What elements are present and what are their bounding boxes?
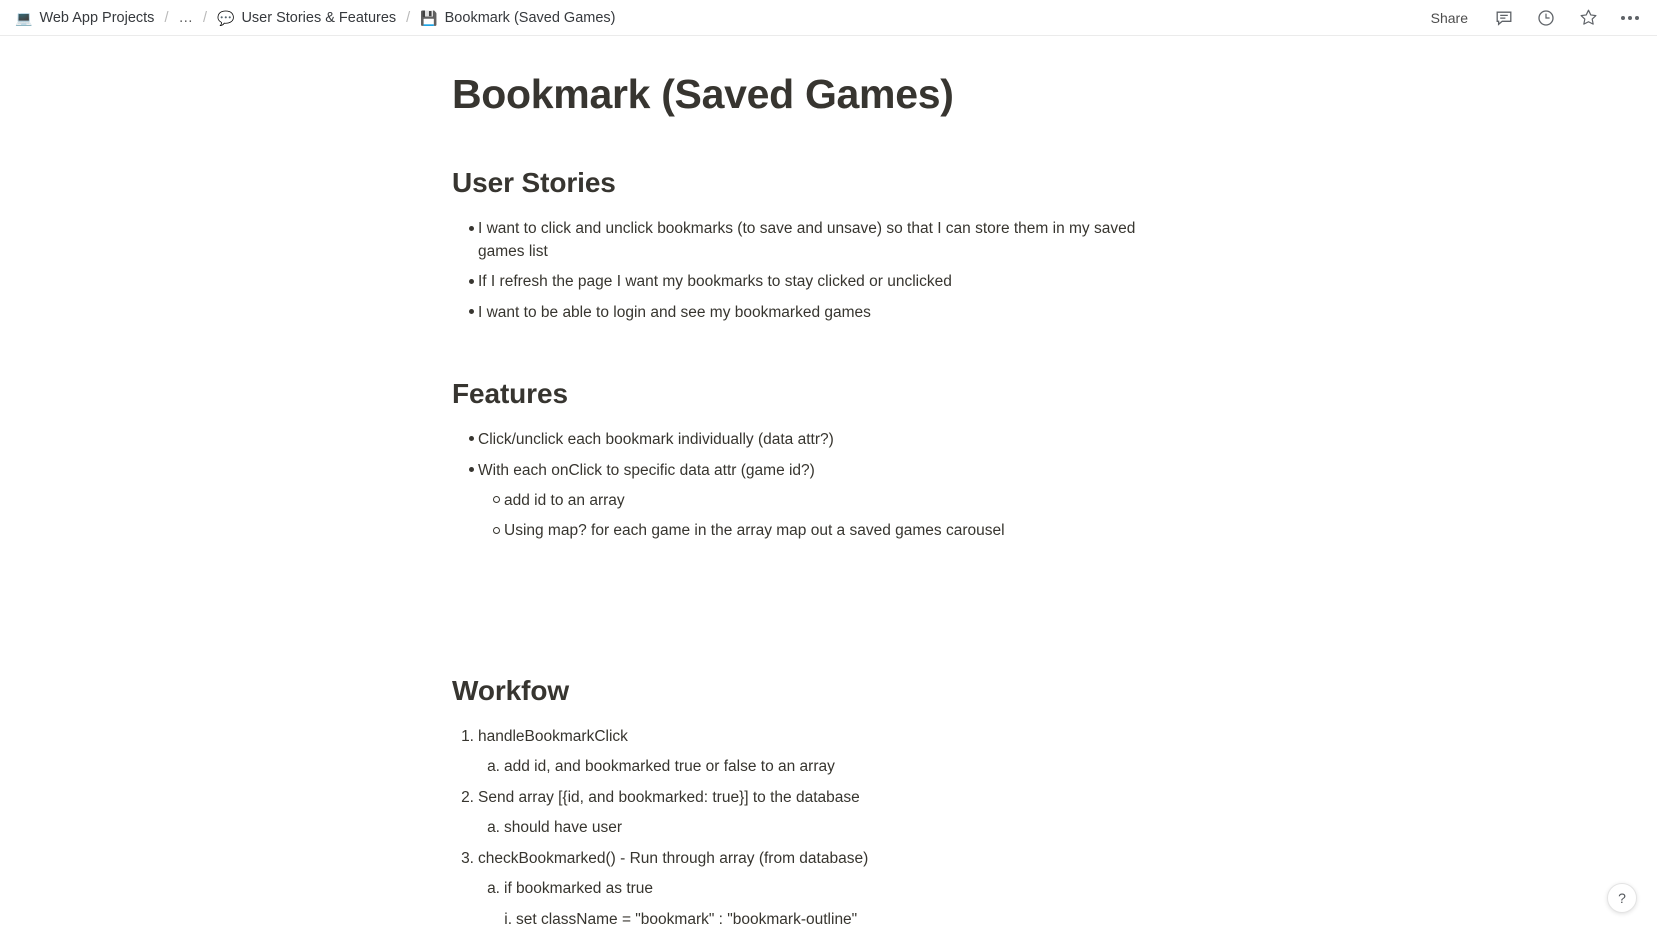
bullet-icon bbox=[454, 218, 474, 240]
laptop-emoji: 💻 bbox=[15, 9, 33, 26]
list-item[interactable]: With each onClick to specific data attr … bbox=[478, 456, 1657, 486]
list-marker: a. bbox=[487, 758, 500, 776]
list-item-text: handleBookmarkClick bbox=[478, 727, 628, 745]
breadcrumb-label: User Stories & Features bbox=[241, 9, 397, 26]
list-marker: 2. bbox=[461, 788, 474, 806]
sub-list-item[interactable]: a. add id, and bookmarked true or false … bbox=[487, 752, 1657, 782]
top-bar: 💻 Web App Projects / … / 💬 User Stories … bbox=[0, 0, 1657, 36]
breadcrumb-separator: / bbox=[164, 9, 169, 26]
breadcrumb-label: … bbox=[178, 9, 193, 26]
page-title[interactable]: Bookmark (Saved Games) bbox=[452, 52, 1657, 119]
sub-sub-list-item[interactable]: i. set className = "bookmark" : "bookmar… bbox=[504, 905, 1657, 933]
help-button[interactable]: ? bbox=[1607, 883, 1637, 913]
bullet-icon bbox=[454, 271, 474, 293]
list-item-text: if bookmarked as true bbox=[504, 880, 654, 898]
breadcrumb-item-bookmark-saved-games[interactable]: 💾 Bookmark (Saved Games) bbox=[417, 8, 618, 28]
list-item-text: I want to be able to login and see my bo… bbox=[478, 303, 871, 321]
features-list: Click/unclick each bookmark individually… bbox=[452, 425, 1657, 547]
sub-list-item[interactable]: a. if bookmarked as true bbox=[487, 874, 1657, 904]
list-item[interactable]: 3. checkBookmarked() - Run through array… bbox=[461, 844, 1657, 874]
list-item-text: should have user bbox=[504, 819, 623, 837]
star-icon[interactable] bbox=[1574, 4, 1602, 32]
bullet-icon bbox=[454, 460, 474, 482]
user-stories-list: I want to click and unclick bookmarks (t… bbox=[452, 214, 1657, 328]
breadcrumb-item-web-app-projects[interactable]: 💻 Web App Projects bbox=[12, 8, 157, 28]
document-content: Bookmark (Saved Games) User Stories I wa… bbox=[0, 36, 1657, 933]
list-item[interactable]: 2. Send array [{id, and bookmarked: true… bbox=[461, 783, 1657, 813]
heading-features[interactable]: Features bbox=[452, 376, 1657, 411]
floppy-disk-emoji: 💾 bbox=[420, 9, 438, 26]
comment-icon[interactable] bbox=[1490, 4, 1518, 32]
breadcrumb-item-ellipsis[interactable]: … bbox=[175, 8, 196, 28]
breadcrumb-separator: / bbox=[202, 9, 207, 26]
list-item[interactable]: I want to be able to login and see my bo… bbox=[478, 298, 1657, 328]
list-item[interactable]: Click/unclick each bookmark individually… bbox=[478, 425, 1657, 455]
list-item-text: If I refresh the page I want my bookmark… bbox=[478, 273, 952, 291]
workflow-list: 1. handleBookmarkClick a. add id, and bo… bbox=[452, 722, 1657, 933]
more-dots bbox=[1621, 15, 1639, 20]
list-item[interactable]: 1. handleBookmarkClick bbox=[461, 722, 1657, 752]
list-item-text: add id to an array bbox=[504, 492, 625, 509]
list-item-text: Send array [{id, and bookmarked: true}] … bbox=[478, 788, 860, 806]
hollow-bullet-icon bbox=[480, 520, 500, 542]
sub-list-item[interactable]: add id to an array bbox=[504, 486, 1657, 516]
list-marker: i. bbox=[504, 910, 512, 928]
list-item-text: With each onClick to specific data attr … bbox=[478, 461, 815, 479]
breadcrumb-item-user-stories-features[interactable]: 💬 User Stories & Features bbox=[214, 8, 399, 28]
heading-workflow[interactable]: Workfow bbox=[452, 673, 1657, 708]
list-item-text: I want to click and unclick bookmarks (t… bbox=[478, 220, 1136, 260]
list-item[interactable]: I want to click and unclick bookmarks (t… bbox=[478, 214, 1657, 267]
more-options-icon[interactable] bbox=[1616, 4, 1644, 32]
sub-list-item[interactable]: a. should have user bbox=[487, 813, 1657, 843]
dot bbox=[1635, 15, 1639, 20]
bullet-icon bbox=[454, 302, 474, 324]
hollow-bullet-icon bbox=[480, 490, 500, 512]
list-item-text: set className = "bookmark" : "bookmark-o… bbox=[516, 910, 858, 928]
dot bbox=[1621, 15, 1625, 20]
top-bar-actions: Share bbox=[1423, 4, 1657, 32]
heading-user-stories[interactable]: User Stories bbox=[452, 165, 1657, 200]
history-clock-icon[interactable] bbox=[1532, 4, 1560, 32]
list-marker: 1. bbox=[461, 727, 474, 745]
breadcrumb: 💻 Web App Projects / … / 💬 User Stories … bbox=[0, 8, 618, 28]
speech-balloon-emoji: 💬 bbox=[217, 9, 235, 26]
breadcrumb-label: Bookmark (Saved Games) bbox=[444, 9, 616, 26]
list-marker: a. bbox=[487, 880, 500, 898]
list-item-text: Click/unclick each bookmark individually… bbox=[478, 431, 834, 449]
breadcrumb-separator: / bbox=[406, 9, 411, 26]
list-marker: 3. bbox=[461, 849, 474, 867]
share-button[interactable]: Share bbox=[1423, 6, 1476, 30]
breadcrumb-label: Web App Projects bbox=[39, 9, 155, 26]
list-item-text: checkBookmarked() - Run through array (f… bbox=[478, 849, 869, 867]
sub-list-item[interactable]: Using map? for each game in the array ma… bbox=[504, 516, 1657, 546]
list-item-text: Using map? for each game in the array ma… bbox=[504, 522, 1005, 540]
document-body: Bookmark (Saved Games) User Stories I wa… bbox=[0, 36, 1657, 933]
list-marker: a. bbox=[487, 819, 500, 837]
list-item-text: add id, and bookmarked true or false to … bbox=[504, 758, 835, 776]
bullet-icon bbox=[454, 429, 474, 451]
list-item[interactable]: If I refresh the page I want my bookmark… bbox=[478, 267, 1657, 297]
dot bbox=[1628, 15, 1632, 20]
